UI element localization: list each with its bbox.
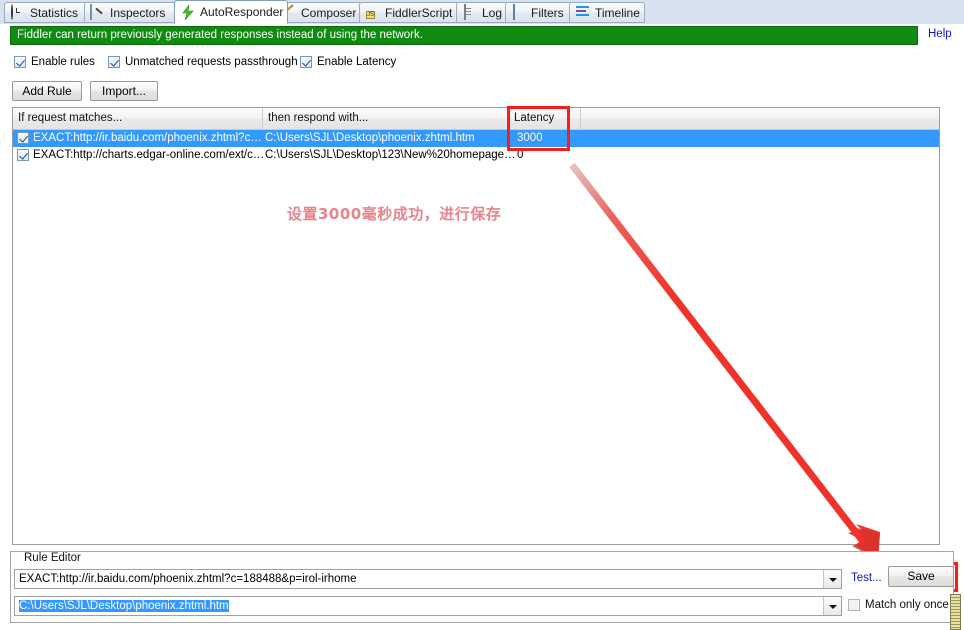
enable-rules-checkbox[interactable] bbox=[14, 56, 26, 68]
row-match-value: EXACT:http://charts.edgar-online.com/ext… bbox=[33, 149, 263, 161]
tab-fiddlerscript[interactable]: JS FiddlerScript bbox=[359, 2, 460, 23]
editor-scrollbar[interactable] bbox=[950, 594, 961, 630]
unmatched-passthrough-label: Unmatched requests passthrough bbox=[125, 56, 298, 68]
column-header-latency[interactable]: Latency bbox=[509, 108, 581, 129]
rule-respond-value-text: C:\Users\SJL\Desktop\phoenix.zhtml.htm bbox=[19, 600, 229, 612]
main-tab-strip: Statistics Inspectors AutoResponder Comp… bbox=[0, 0, 964, 24]
match-only-once-checkbox[interactable] bbox=[848, 599, 860, 611]
row-match-value: EXACT:http://ir.baidu.com/phoenix.zhtml?… bbox=[33, 132, 262, 144]
enable-latency-label: Enable Latency bbox=[317, 56, 397, 68]
enable-latency-checkbox[interactable] bbox=[300, 56, 312, 68]
magnifier-icon bbox=[90, 4, 106, 20]
option-unmatched-passthrough[interactable]: Unmatched requests passthrough bbox=[108, 56, 300, 68]
tab-inspectors-label: Inspectors bbox=[110, 5, 166, 20]
rules-grid[interactable]: If request matches... then respond with.… bbox=[12, 107, 940, 545]
chevron-down-icon[interactable] bbox=[823, 570, 841, 588]
import-button[interactable]: Import... bbox=[90, 81, 158, 101]
test-link[interactable]: Test... bbox=[851, 572, 882, 584]
rule-respond-combobox[interactable]: C:\Users\SJL\Desktop\phoenix.zhtml.htm bbox=[14, 596, 842, 616]
column-header-filler bbox=[581, 108, 939, 129]
annotation-note-text: 设置3000毫秒成功，进行保存 bbox=[287, 205, 502, 223]
tab-filters[interactable]: Filters bbox=[505, 2, 573, 23]
rules-grid-header: If request matches... then respond with.… bbox=[13, 108, 939, 130]
column-header-match[interactable]: If request matches... bbox=[13, 108, 263, 129]
rule-respond-value: C:\Users\SJL\Desktop\phoenix.zhtml.htm bbox=[19, 597, 821, 615]
option-enable-latency[interactable]: Enable Latency bbox=[300, 56, 396, 68]
tab-timeline-label: Timeline bbox=[595, 5, 640, 20]
tab-timeline[interactable]: Timeline bbox=[569, 2, 645, 23]
row-respond-value: C:\Users\SJL\Desktop\123\New%20homepage… bbox=[265, 149, 515, 161]
rule-match-combobox[interactable]: EXACT:http://ir.baidu.com/phoenix.zhtml?… bbox=[14, 569, 842, 589]
tab-log-label: Log bbox=[482, 5, 503, 20]
match-only-once-label: Match only once bbox=[865, 599, 949, 611]
document-icon bbox=[462, 4, 478, 20]
add-rule-button[interactable]: Add Rule bbox=[12, 81, 82, 101]
clock-icon bbox=[10, 4, 26, 20]
tab-composer[interactable]: Composer bbox=[275, 2, 363, 23]
bolt-icon bbox=[180, 4, 196, 20]
table-row[interactable]: EXACT:http://charts.edgar-online.com/ext… bbox=[13, 147, 939, 164]
rule-editor-legend: Rule Editor bbox=[20, 552, 85, 564]
tab-filters-label: Filters bbox=[531, 5, 564, 20]
tab-statistics[interactable]: Statistics bbox=[4, 2, 90, 23]
js-script-icon: JS bbox=[366, 11, 376, 19]
column-header-respond[interactable]: then respond with... bbox=[263, 108, 509, 129]
rule-enabled-checkbox[interactable] bbox=[17, 149, 29, 161]
tab-composer-label: Composer bbox=[301, 5, 357, 20]
help-link[interactable]: Help bbox=[928, 28, 952, 40]
match-only-once-option[interactable]: Match only once bbox=[848, 599, 949, 611]
row-latency-value: 0 bbox=[517, 149, 524, 161]
rule-enabled-checkbox[interactable] bbox=[17, 132, 29, 144]
square-icon bbox=[511, 4, 527, 20]
enable-rules-label: Enable rules bbox=[31, 56, 95, 68]
unmatched-passthrough-checkbox[interactable] bbox=[108, 56, 120, 68]
table-row[interactable]: EXACT:http://ir.baidu.com/phoenix.zhtml?… bbox=[13, 130, 939, 147]
tab-log[interactable]: Log bbox=[456, 2, 509, 23]
timeline-icon bbox=[575, 5, 591, 20]
tab-autoresponder-label: AutoResponder bbox=[200, 5, 284, 19]
options-row: Enable rules Unmatched requests passthro… bbox=[14, 54, 396, 70]
tab-autoresponder[interactable]: AutoResponder bbox=[174, 0, 288, 24]
save-button[interactable]: Save bbox=[888, 566, 954, 587]
tab-inspectors[interactable]: Inspectors bbox=[84, 2, 180, 23]
info-banner: Fiddler can return previously generated … bbox=[10, 26, 918, 45]
row-latency-value: 3000 bbox=[517, 132, 543, 144]
row-respond-value: C:\Users\SJL\Desktop\phoenix.zhtml.htm bbox=[265, 132, 475, 144]
rule-match-value: EXACT:http://ir.baidu.com/phoenix.zhtml?… bbox=[19, 573, 357, 585]
tab-statistics-label: Statistics bbox=[30, 5, 79, 20]
option-enable-rules[interactable]: Enable rules bbox=[14, 56, 108, 68]
chevron-down-icon[interactable] bbox=[823, 597, 841, 615]
tab-fiddlerscript-label: FiddlerScript bbox=[385, 5, 453, 20]
